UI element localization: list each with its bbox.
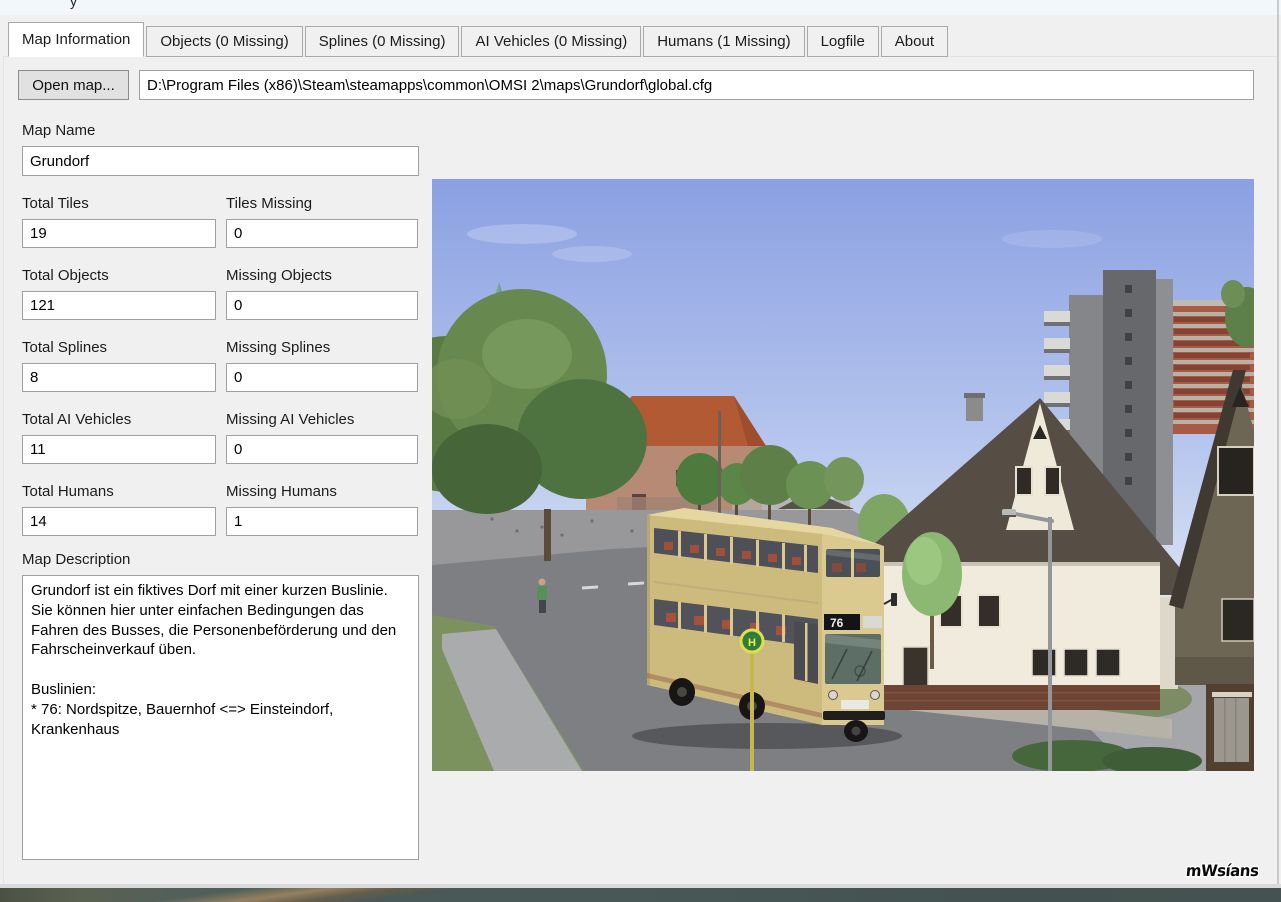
total-humans-label: Total Humans <box>22 483 114 500</box>
app-window: { "window": { "title_fragment": "y", "wa… <box>0 0 1281 902</box>
map-description-label: Map Description <box>22 551 130 568</box>
map-name-input[interactable] <box>22 146 419 176</box>
total-tiles-label: Total Tiles <box>22 195 89 212</box>
missing-ai-vehicles-label: Missing AI Vehicles <box>226 411 354 428</box>
bus-stop-h: H <box>748 637 756 649</box>
tab-map-information[interactable]: Map Information <box>8 22 144 57</box>
total-ai-vehicles-input[interactable] <box>22 435 216 464</box>
total-objects-label: Total Objects <box>22 267 109 284</box>
map-preview-image: 76 H <box>432 179 1254 771</box>
tab-objects[interactable]: Objects (0 Missing) <box>146 26 302 57</box>
tab-splines[interactable]: Splines (0 Missing) <box>305 26 460 57</box>
garage <box>1206 684 1254 771</box>
missing-objects-label: Missing Objects <box>226 267 332 284</box>
missing-objects-input[interactable] <box>226 291 418 320</box>
missing-humans-input[interactable] <box>226 507 418 536</box>
total-splines-input[interactable] <box>22 363 216 392</box>
tab-bar: Map Information Objects (0 Missing) Spli… <box>8 23 950 57</box>
map-description-textarea[interactable]: Grundorf ist ein fiktives Dorf mit einer… <box>22 575 419 860</box>
map-path-input[interactable] <box>139 70 1254 100</box>
map-preview-svg: 76 H <box>432 179 1254 771</box>
bus-destination-display <box>863 616 882 628</box>
tab-ai-vehicles[interactable]: AI Vehicles (0 Missing) <box>461 26 641 57</box>
tab-logfile[interactable]: Logfile <box>807 26 879 57</box>
utility-pole <box>718 411 721 527</box>
tab-about[interactable]: About <box>881 26 948 57</box>
open-map-button[interactable]: Open map... <box>18 70 129 100</box>
total-ai-vehicles-label: Total AI Vehicles <box>22 411 131 428</box>
total-humans-input[interactable] <box>22 507 216 536</box>
titlebar: y <box>0 0 1281 15</box>
tiles-missing-label: Tiles Missing <box>226 195 312 212</box>
total-splines-label: Total Splines <box>22 339 107 356</box>
tab-humans[interactable]: Humans (1 Missing) <box>643 26 804 57</box>
watermark: mWsíans <box>1185 862 1259 881</box>
total-objects-input[interactable] <box>22 291 216 320</box>
tiles-missing-input[interactable] <box>226 219 418 248</box>
missing-ai-vehicles-input[interactable] <box>226 435 418 464</box>
missing-splines-label: Missing Splines <box>226 339 330 356</box>
missing-humans-label: Missing Humans <box>226 483 337 500</box>
bus-route-number: 76 <box>830 616 844 630</box>
map-name-label: Map Name <box>22 122 95 139</box>
window-right-edge <box>1277 0 1279 886</box>
desktop-wallpaper-sliver <box>0 888 1281 902</box>
total-tiles-input[interactable] <box>22 219 216 248</box>
missing-splines-input[interactable] <box>226 363 418 392</box>
bus-mirror <box>891 593 897 606</box>
titlebar-text-fragment: y <box>70 0 77 9</box>
